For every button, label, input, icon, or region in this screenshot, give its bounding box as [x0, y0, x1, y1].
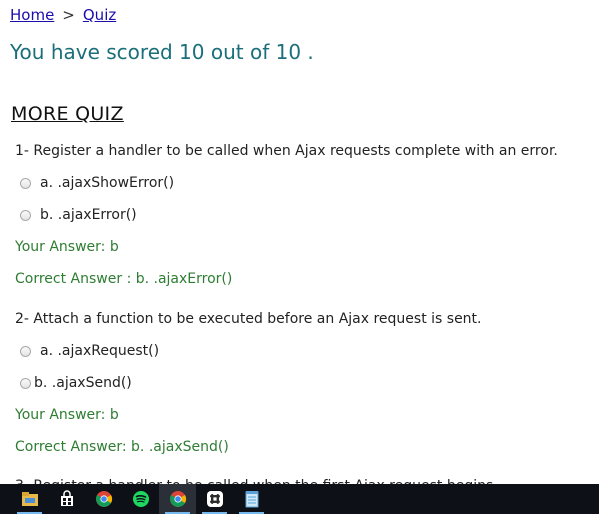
radio-button[interactable] [20, 209, 31, 221]
taskbar [0, 484, 599, 514]
option-label: a. .ajaxRequest() [40, 343, 160, 359]
store-icon [60, 490, 73, 506]
taskbar-spotify[interactable] [122, 484, 159, 514]
breadcrumb-separator: > [62, 6, 75, 24]
taskbar-slack[interactable] [196, 484, 233, 514]
file-explorer-icon [21, 492, 38, 506]
question-1-correct-answer: Correct Answer : b. .ajaxError() [15, 271, 233, 287]
question-2-your-answer: Your Answer: b [15, 407, 119, 423]
taskbar-chrome-active[interactable] [159, 484, 196, 514]
radio-button[interactable] [20, 377, 31, 389]
question-2-option-a[interactable]: a. .ajaxRequest() [20, 343, 159, 359]
question-1-your-answer: Your Answer: b [15, 239, 119, 255]
radio-button[interactable] [20, 177, 31, 189]
slack-icon [206, 491, 223, 507]
question-1-text: 1- Register a handler to be called when … [15, 143, 558, 159]
breadcrumb-quiz-link[interactable]: Quiz [83, 6, 116, 24]
taskbar-store[interactable] [48, 484, 85, 514]
option-label: a. .ajaxShowError() [40, 175, 175, 191]
question-2-correct-answer: Correct Answer: b. .ajaxSend() [15, 439, 229, 455]
more-quiz-heading: MORE QUIZ [11, 103, 124, 125]
option-label: b. .ajaxSend() [34, 375, 132, 391]
spotify-icon [132, 491, 149, 507]
chrome-icon [169, 491, 186, 507]
chrome-icon [95, 491, 112, 507]
breadcrumb-home-link[interactable]: Home [10, 6, 54, 24]
radio-button[interactable] [20, 345, 31, 357]
taskbar-file-explorer[interactable] [11, 484, 48, 514]
question-1-option-a[interactable]: a. .ajaxShowError() [20, 175, 174, 191]
notepad-icon [245, 491, 258, 508]
taskbar-notepad[interactable] [233, 484, 270, 514]
question-1-option-b[interactable]: b. .ajaxError() [20, 207, 137, 223]
option-label: b. .ajaxError() [40, 207, 137, 223]
taskbar-chrome[interactable] [85, 484, 122, 514]
breadcrumb: Home > Quiz [10, 6, 116, 24]
question-2-option-b[interactable]: b. .ajaxSend() [20, 375, 132, 391]
question-2-text: 2- Attach a function to be executed befo… [15, 311, 482, 327]
score-text: You have scored 10 out of 10 . [10, 40, 314, 64]
